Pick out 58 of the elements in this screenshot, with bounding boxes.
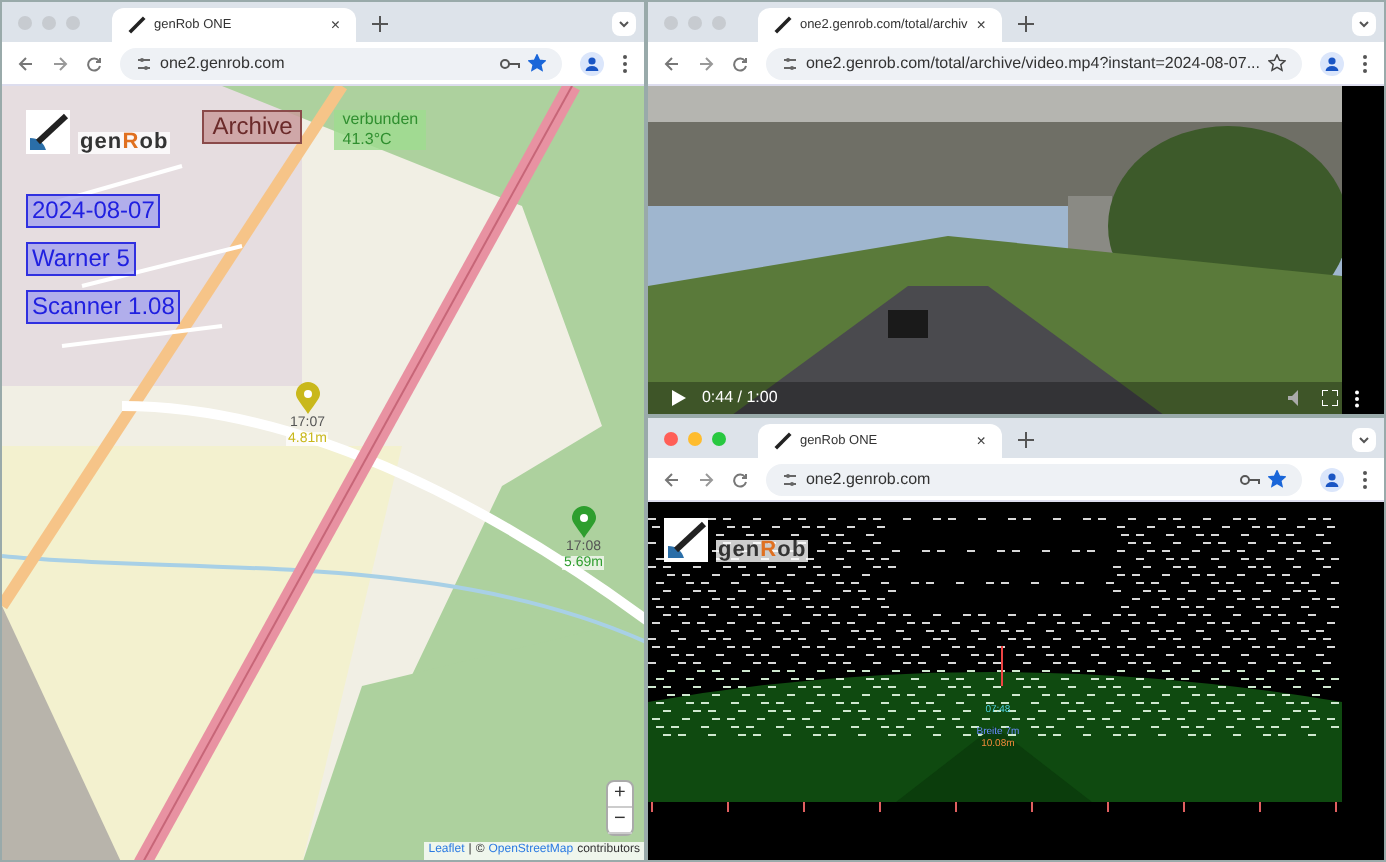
info-label: 2024-08-07 xyxy=(26,194,161,228)
reload-icon[interactable] xyxy=(86,55,102,71)
back-icon[interactable] xyxy=(18,55,34,71)
close-icon[interactable]: × xyxy=(976,13,986,37)
more-icon[interactable] xyxy=(621,53,628,73)
star-icon[interactable] xyxy=(1268,470,1286,488)
more-icon[interactable] xyxy=(1362,53,1368,73)
logo-text: genRob xyxy=(78,132,171,154)
url-text: one2.genrob.com xyxy=(160,51,287,75)
url-text: one2.genrob.com/total/archive/video.mp4?instant=2024-08-07... xyxy=(805,51,1260,75)
fullscreen-icon[interactable] xyxy=(1322,390,1338,406)
logo-icon xyxy=(773,432,792,450)
logo-icon xyxy=(128,16,146,34)
back-icon[interactable] xyxy=(663,55,680,71)
address-bar[interactable]: one2.genrob.com xyxy=(765,463,1302,495)
forward-icon[interactable] xyxy=(52,55,68,71)
zoom-in-button[interactable]: + xyxy=(607,782,632,808)
more-icon[interactable] xyxy=(1354,389,1360,407)
connection-status: verbunden xyxy=(342,110,419,130)
key-icon[interactable] xyxy=(499,57,520,69)
new-tab-icon[interactable] xyxy=(372,16,388,32)
profile-icon[interactable] xyxy=(1320,51,1344,75)
new-tab-icon[interactable] xyxy=(1017,432,1034,448)
map-pin-icon[interactable] xyxy=(571,506,596,538)
forward-icon[interactable] xyxy=(697,471,714,487)
close-icon[interactable]: × xyxy=(976,429,986,453)
star-icon[interactable] xyxy=(1268,54,1286,72)
reload-icon[interactable] xyxy=(731,471,748,487)
chevron-icon[interactable] xyxy=(611,12,636,36)
close-icon[interactable]: × xyxy=(330,13,340,37)
quill-logo-icon xyxy=(663,518,708,562)
info-label: Scanner 1.08 xyxy=(26,290,181,324)
back-icon[interactable] xyxy=(663,471,680,487)
site-settings-icon[interactable] xyxy=(781,471,798,487)
new-tab-icon[interactable] xyxy=(1017,16,1034,32)
profile-icon[interactable] xyxy=(1320,467,1344,491)
chevron-icon[interactable] xyxy=(1352,12,1376,36)
logo-icon xyxy=(773,16,792,34)
play-icon[interactable] xyxy=(671,390,686,406)
site-settings-icon[interactable] xyxy=(136,55,152,71)
forward-icon[interactable] xyxy=(697,55,714,71)
more-icon[interactable] xyxy=(1362,469,1368,489)
zoom-out-button[interactable]: − xyxy=(607,808,632,834)
url-text: one2.genrob.com xyxy=(805,467,933,491)
star-icon[interactable] xyxy=(527,54,546,72)
video-time: 0:44 / 1:00 xyxy=(701,386,778,410)
info-label: Warner 5 xyxy=(26,242,136,276)
key-icon[interactable] xyxy=(1240,473,1260,485)
site-settings-icon[interactable] xyxy=(781,55,798,71)
profile-icon[interactable] xyxy=(579,51,604,75)
logo-text: genRob xyxy=(715,540,809,562)
reload-icon[interactable] xyxy=(731,55,748,71)
address-bar[interactable]: one2.genrob.com xyxy=(120,47,562,79)
address-bar[interactable]: one2.genrob.com/total/archive/video.mp4?instant=2024-08-07... xyxy=(765,47,1302,79)
archive-button[interactable]: Archive xyxy=(202,110,303,144)
quill-logo-icon xyxy=(26,110,70,154)
chevron-icon[interactable] xyxy=(1352,428,1376,452)
temperature-reading: 41.3°C xyxy=(342,130,394,150)
